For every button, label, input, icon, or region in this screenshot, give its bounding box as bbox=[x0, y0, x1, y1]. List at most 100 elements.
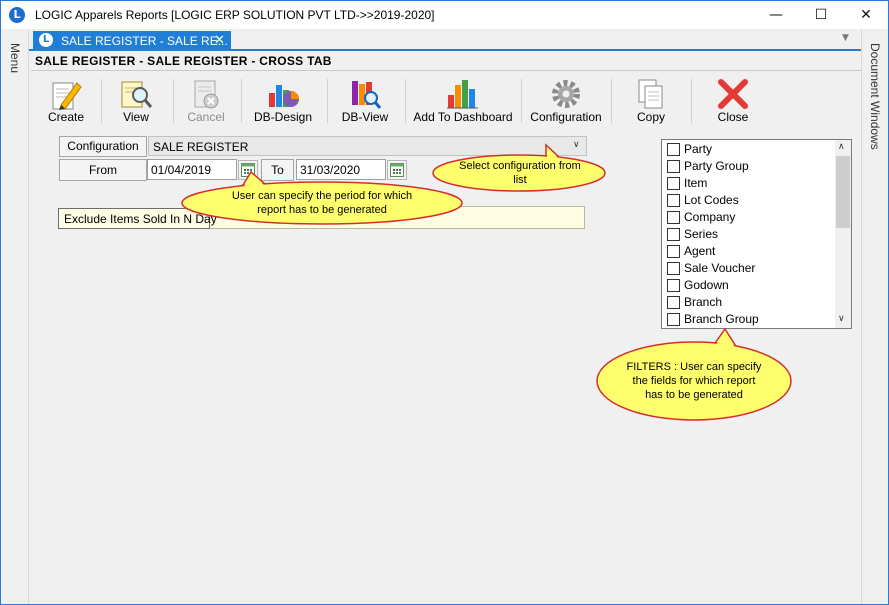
tab-logo-icon: L bbox=[39, 33, 53, 47]
filter-item-party-group[interactable]: Party Group bbox=[666, 158, 836, 175]
minimize-button[interactable]: — bbox=[753, 1, 799, 29]
filter-label: Lot Codes bbox=[684, 193, 739, 207]
filter-checkbox[interactable] bbox=[667, 143, 680, 156]
db-design-label: DB-Design bbox=[253, 110, 313, 124]
cancel-button[interactable]: Cancel bbox=[179, 73, 233, 127]
configuration-label: Configuration bbox=[530, 110, 602, 124]
db-design-button[interactable]: DB-Design bbox=[247, 73, 319, 127]
filters-scrollbar[interactable]: ∧ ∨ bbox=[835, 140, 851, 328]
scroll-up-icon[interactable]: ∧ bbox=[838, 142, 845, 152]
to-calendar-button[interactable] bbox=[387, 160, 407, 180]
menu-rail-label[interactable]: Menu bbox=[8, 43, 22, 73]
filter-checkbox[interactable] bbox=[667, 228, 680, 241]
scroll-down-icon[interactable]: ∨ bbox=[838, 314, 845, 324]
bar-chart-icon bbox=[447, 80, 478, 109]
heading-divider bbox=[31, 70, 861, 71]
filter-checkbox[interactable] bbox=[667, 160, 680, 173]
view-label: View bbox=[123, 110, 149, 124]
tab-sale-register[interactable]: L SALE REGISTER - SALE RE... ✕ bbox=[33, 31, 231, 51]
menu-rail[interactable]: Menu bbox=[1, 29, 29, 604]
filter-label: Sale Voucher bbox=[684, 261, 756, 275]
filters-callout: FILTERS : User can specify the fields fo… bbox=[595, 327, 793, 422]
filter-item-branch-group[interactable]: Branch Group bbox=[666, 311, 836, 328]
copy-button[interactable]: Copy bbox=[623, 73, 679, 127]
filter-item-sale-voucher[interactable]: Sale Voucher bbox=[666, 260, 836, 277]
filter-checkbox[interactable] bbox=[667, 194, 680, 207]
filter-checkbox[interactable] bbox=[667, 211, 680, 224]
tab-close-icon[interactable]: ✕ bbox=[214, 33, 225, 48]
filter-item-branch[interactable]: Branch bbox=[666, 294, 836, 311]
db-view-button[interactable]: DB-View bbox=[333, 73, 397, 127]
toolbar-separator bbox=[101, 79, 102, 123]
filter-checkbox[interactable] bbox=[667, 313, 680, 326]
filters-callout-text: FILTERS : User can specify the fields fo… bbox=[626, 361, 762, 401]
filter-label: Party bbox=[684, 142, 713, 156]
filter-label: Company bbox=[684, 210, 736, 224]
filter-label: Item bbox=[684, 176, 708, 190]
filter-checkbox[interactable] bbox=[667, 262, 680, 275]
calendar-icon bbox=[390, 163, 404, 177]
to-date-field[interactable]: 31/03/2020 bbox=[296, 159, 386, 180]
toolbar-separator bbox=[173, 79, 174, 123]
scrollbar-thumb[interactable] bbox=[836, 156, 850, 228]
cancel-label: Cancel bbox=[187, 110, 225, 124]
filter-checkbox[interactable] bbox=[667, 245, 680, 258]
close-x-icon bbox=[718, 79, 748, 109]
configuration-callout: Select configuration from list bbox=[432, 143, 607, 192]
filter-item-company[interactable]: Company bbox=[666, 209, 836, 226]
toolbar-separator bbox=[691, 79, 692, 123]
filter-item-series[interactable]: Series bbox=[666, 226, 836, 243]
copy-label: Copy bbox=[636, 110, 665, 124]
toolbar-separator bbox=[611, 79, 612, 123]
close-button[interactable]: Close bbox=[705, 73, 761, 127]
db-view-label: DB-View bbox=[341, 110, 389, 124]
gear-icon bbox=[552, 80, 580, 108]
filter-label: Godown bbox=[684, 278, 729, 292]
window-close-button[interactable]: ✕ bbox=[843, 1, 889, 29]
filter-item-lot-codes[interactable]: Lot Codes bbox=[666, 192, 836, 209]
configuration-button[interactable]: Configuration bbox=[527, 73, 605, 127]
document-windows-rail[interactable]: Document Windows bbox=[861, 29, 888, 604]
chart-pie-icon bbox=[269, 85, 299, 107]
filter-label: Branch bbox=[684, 295, 723, 309]
filter-checkbox[interactable] bbox=[667, 279, 680, 292]
configuration-callout-text: Select configuration from list bbox=[459, 160, 581, 186]
create-button[interactable]: Create bbox=[37, 73, 95, 127]
filter-label: Series bbox=[684, 227, 719, 241]
view-button[interactable]: View bbox=[109, 73, 163, 127]
filter-item-item[interactable]: Item bbox=[666, 175, 836, 192]
close-label: Close bbox=[717, 110, 749, 124]
books-magnifier-icon bbox=[352, 81, 382, 109]
filter-label: Agent bbox=[684, 244, 716, 258]
window-title: LOGIC Apparels Reports [LOGIC ERP SOLUTI… bbox=[35, 8, 435, 22]
configuration-select-value: SALE REGISTER bbox=[153, 140, 249, 154]
document-windows-label[interactable]: Document Windows bbox=[868, 43, 882, 150]
filter-item-party[interactable]: Party bbox=[666, 141, 836, 158]
from-date-field[interactable]: 01/04/2019 bbox=[147, 159, 237, 180]
title-bar[interactable]: L LOGIC Apparels Reports [LOGIC ERP SOLU… bbox=[1, 1, 888, 29]
add-to-dashboard-button[interactable]: Add To Dashboard bbox=[411, 73, 515, 127]
filter-item-agent[interactable]: Agent bbox=[666, 243, 836, 260]
app-window: L LOGIC Apparels Reports [LOGIC ERP SOLU… bbox=[0, 0, 889, 605]
from-label-cell: From bbox=[59, 159, 147, 181]
toolbar-separator bbox=[405, 79, 406, 123]
toolbar: Create View Cancel DB-Design DB-View Add… bbox=[31, 73, 861, 127]
cancel-document-icon bbox=[194, 80, 219, 109]
to-label-cell: To bbox=[261, 159, 294, 181]
filter-label: Branch Group bbox=[684, 312, 759, 326]
filter-checkbox[interactable] bbox=[667, 177, 680, 190]
chevron-down-icon[interactable]: ∨ bbox=[573, 140, 580, 150]
filter-checkbox[interactable] bbox=[667, 296, 680, 309]
tab-label: SALE REGISTER - SALE RE... bbox=[61, 34, 228, 48]
period-callout: User can specify the period for which re… bbox=[181, 170, 463, 225]
document-tab-strip: L SALE REGISTER - SALE RE... ✕ ▼ bbox=[29, 29, 861, 51]
tab-overflow-chevron-icon[interactable]: ▼ bbox=[842, 33, 849, 43]
filter-label: Party Group bbox=[684, 159, 749, 173]
maximize-button[interactable]: ☐ bbox=[798, 1, 844, 29]
pencil-paper-icon bbox=[52, 82, 82, 110]
filter-item-godown[interactable]: Godown bbox=[666, 277, 836, 294]
filters-checklist[interactable]: Party Party Group Item Lot Codes Company… bbox=[661, 139, 852, 329]
page-title: SALE REGISTER - SALE REGISTER - CROSS TA… bbox=[35, 54, 332, 68]
copy-pages-icon bbox=[638, 79, 663, 109]
configuration-label-cell: Configuration bbox=[59, 136, 147, 157]
